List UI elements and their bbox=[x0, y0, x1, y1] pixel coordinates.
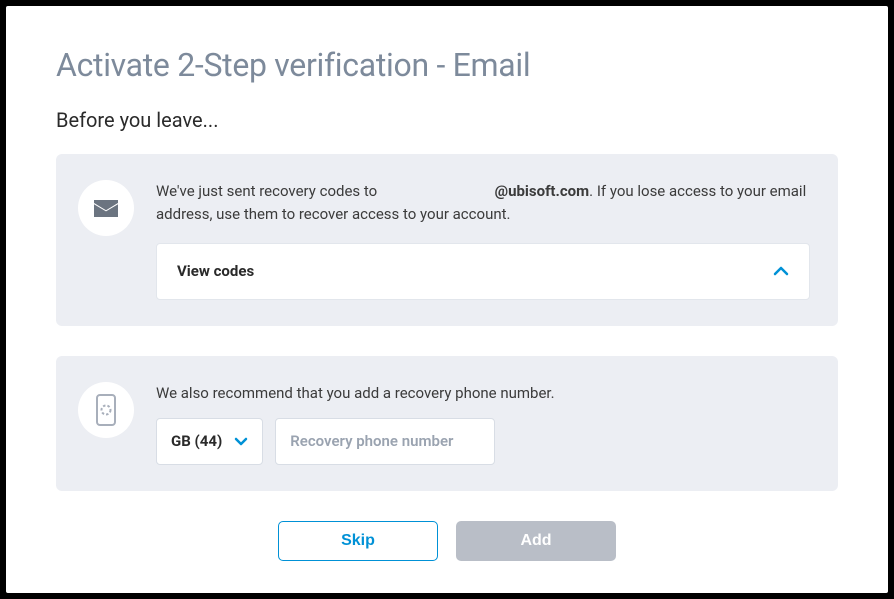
phone-card: We also recommend that you add a recover… bbox=[56, 356, 838, 491]
chevron-down-icon bbox=[234, 437, 248, 446]
recovery-email-domain: @ubisoft.com bbox=[495, 182, 590, 200]
recovery-phone-input[interactable] bbox=[275, 418, 495, 465]
modal-actions: Skip Add bbox=[56, 521, 838, 561]
modal-title: Activate 2-Step verification - Email bbox=[56, 46, 838, 84]
add-button[interactable]: Add bbox=[456, 521, 616, 561]
recovery-codes-text: We've just sent recovery codes to @ubiso… bbox=[156, 180, 810, 225]
view-codes-toggle[interactable]: View codes bbox=[156, 243, 810, 300]
chevron-up-icon bbox=[773, 260, 789, 283]
country-label: GB (44) bbox=[171, 430, 222, 453]
recovery-codes-card: We've just sent recovery codes to @ubiso… bbox=[56, 154, 838, 326]
country-select[interactable]: GB (44) bbox=[156, 418, 263, 465]
phone-recommend-text: We also recommend that you add a recover… bbox=[156, 382, 810, 405]
phone-text-suffix: . bbox=[551, 384, 555, 402]
two-step-modal: Activate 2-Step verification - Email Bef… bbox=[6, 6, 888, 593]
envelope-icon bbox=[93, 197, 119, 219]
phone-text-prefix: We also recommend that you bbox=[156, 384, 354, 402]
recovery-codes-body: We've just sent recovery codes to @ubiso… bbox=[156, 180, 810, 300]
phone-icon-wrap bbox=[78, 382, 134, 438]
phone-text-bold: add a recovery phone number bbox=[354, 384, 551, 402]
envelope-icon-wrap bbox=[78, 180, 134, 236]
phone-card-body: We also recommend that you add a recover… bbox=[156, 382, 810, 465]
modal-subtitle: Before you leave... bbox=[56, 108, 838, 132]
skip-button[interactable]: Skip bbox=[278, 521, 438, 561]
phone-icon bbox=[95, 393, 117, 427]
recovery-text-prefix: We've just sent recovery codes to bbox=[156, 182, 381, 200]
view-codes-label: View codes bbox=[177, 260, 254, 283]
phone-input-row: GB (44) bbox=[156, 418, 810, 465]
